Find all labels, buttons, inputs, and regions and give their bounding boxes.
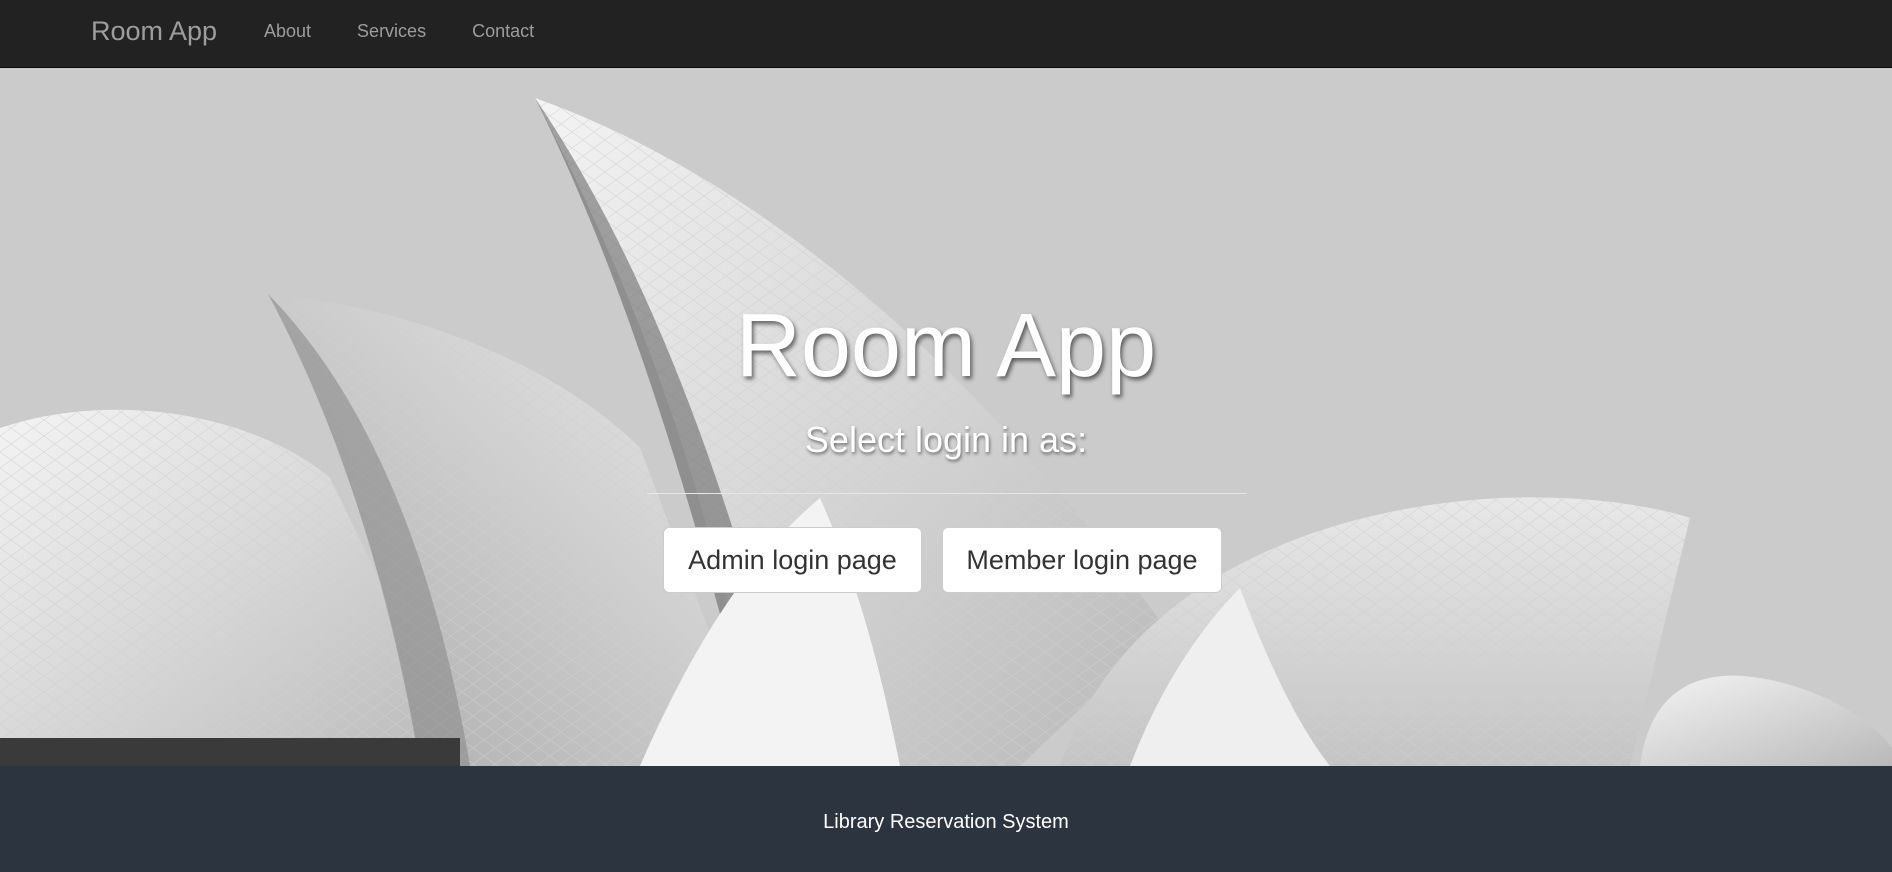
- footer-text: Library Reservation System: [823, 811, 1069, 833]
- page-footer: Library Reservation System: [0, 766, 1892, 872]
- opera-house-background-image: [0, 68, 1892, 766]
- member-login-button[interactable]: Member login page: [942, 527, 1222, 593]
- nav-link-about[interactable]: About: [264, 20, 311, 42]
- nav-link-contact[interactable]: Contact: [472, 20, 534, 42]
- hero-subtitle: Select login in as:: [804, 419, 1088, 460]
- hero-title: Room App: [735, 296, 1157, 396]
- top-navbar: Room App About Services Contact: [0, 0, 1892, 68]
- hero-section: Room App Select login in as: Admin login…: [0, 68, 1892, 766]
- nav-links: About Services Contact: [264, 20, 580, 42]
- admin-login-button[interactable]: Admin login page: [663, 527, 922, 593]
- hero-divider: [647, 493, 1247, 494]
- navbar-brand[interactable]: Room App: [91, 14, 217, 48]
- nav-link-services[interactable]: Services: [357, 20, 426, 42]
